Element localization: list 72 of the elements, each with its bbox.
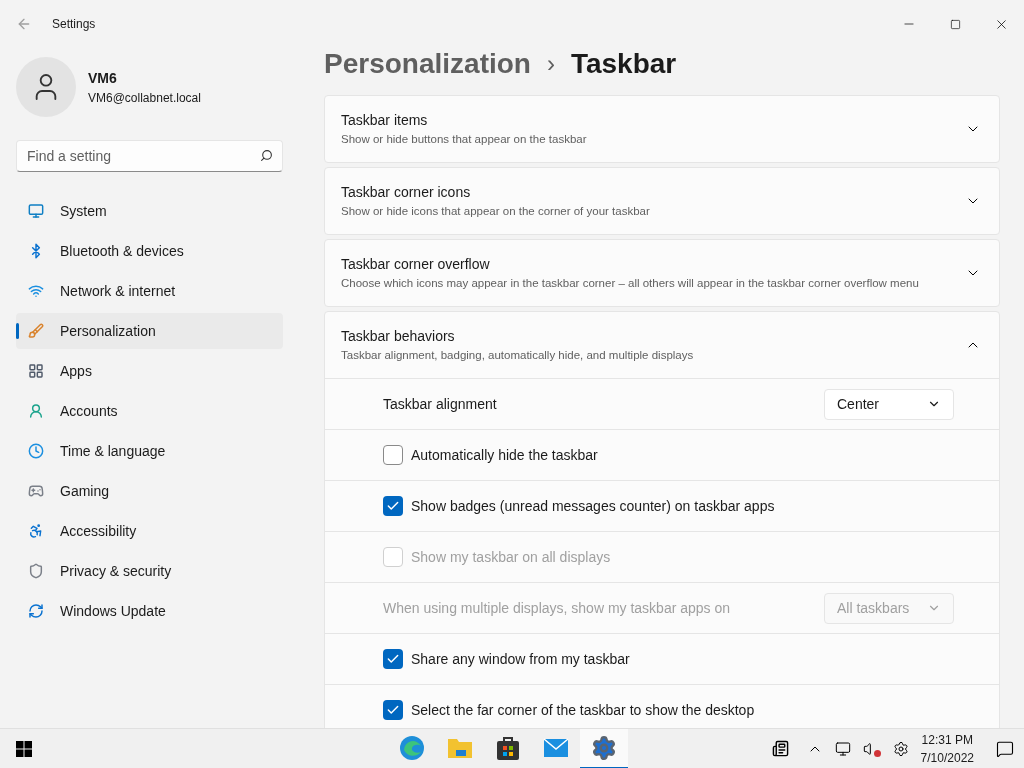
gamepad-icon xyxy=(28,483,44,499)
checkbox-label: Share any window from my taskbar xyxy=(411,649,630,669)
sidebar-item[interactable]: Time & language xyxy=(16,433,283,469)
sidebar-item[interactable]: Personalization xyxy=(16,313,283,349)
accessibility-icon xyxy=(28,523,44,539)
section-header[interactable]: Taskbar corner overflow Choose which icons may appear in the taskbar corner – all others will appear in the taskbar corner overflow menu xyxy=(325,240,999,306)
windows-logo-icon xyxy=(16,740,32,757)
window-title: Settings xyxy=(52,16,96,33)
sidebar-item[interactable]: Windows Update xyxy=(16,593,283,629)
sidebar-item[interactable]: Apps xyxy=(16,353,283,389)
section-title: Taskbar behaviors xyxy=(341,326,456,346)
clock-icon xyxy=(28,443,44,459)
widgets-icon[interactable] xyxy=(771,740,789,757)
section-description: Taskbar alignment, badging, automatically hide, and multiple displays xyxy=(341,347,695,363)
gear-icon xyxy=(591,734,617,761)
sidebar-item[interactable]: Privacy & security xyxy=(16,553,283,589)
apps-grid-icon xyxy=(28,363,44,379)
selection-indicator xyxy=(16,323,19,339)
update-icon xyxy=(28,603,44,619)
breadcrumb-separator: › xyxy=(546,48,555,79)
sidebar-item[interactable]: Bluetooth & devices xyxy=(16,233,283,269)
checkbox[interactable] xyxy=(383,496,403,516)
sidebar-item[interactable]: Network & internet xyxy=(16,273,283,309)
network-icon[interactable] xyxy=(834,740,851,757)
shield-icon xyxy=(28,563,44,579)
user-name: VM6 xyxy=(88,68,118,88)
clock[interactable]: 12:31 PM 7/10/2022 xyxy=(920,730,974,767)
dropdown[interactable]: Center xyxy=(824,388,954,420)
monitor-icon xyxy=(28,203,44,219)
person-icon xyxy=(28,403,44,419)
notifications-icon[interactable] xyxy=(996,739,1014,758)
section-title: Taskbar corner icons xyxy=(341,182,472,202)
date: 7/10/2022 xyxy=(920,749,974,767)
page-title: Taskbar xyxy=(570,46,677,81)
wifi-icon xyxy=(28,283,44,299)
mail-icon xyxy=(543,736,569,759)
checkbox-label: Select the far corner of the taskbar to show the desktop xyxy=(411,700,755,720)
search-field[interactable]: Find a setting xyxy=(16,140,283,172)
checkbox[interactable] xyxy=(383,445,403,465)
shopping-bag-icon xyxy=(496,734,520,761)
checkbox[interactable] xyxy=(383,700,403,720)
checkbox-label: Show my taskbar on all displays xyxy=(411,547,611,567)
taskbar-app[interactable] xyxy=(580,728,628,768)
checkbox-label: Show badges (unread messages counter) on taskbar apps xyxy=(411,496,775,516)
check-icon xyxy=(386,703,400,717)
sidebar-item[interactable]: Accounts xyxy=(16,393,283,429)
breadcrumb-link[interactable]: Personalization xyxy=(324,42,531,85)
checkbox-label: Automatically hide the taskbar xyxy=(411,445,598,465)
maximize-icon xyxy=(949,18,961,30)
sidebar-item[interactable]: Gaming xyxy=(16,473,283,509)
settings-icon[interactable] xyxy=(892,740,909,757)
setting-label: When using multiple displays, show my taskbar apps on xyxy=(383,598,731,618)
checkbox[interactable] xyxy=(383,649,403,669)
section-title: Taskbar corner overflow xyxy=(341,254,491,274)
muted-speaker-icon[interactable] xyxy=(862,740,881,757)
sidebar-item[interactable]: System xyxy=(16,193,283,229)
section-description: Show or hide icons that appear on the corner of your taskbar xyxy=(341,203,651,219)
section-header[interactable]: Taskbar items Show or hide buttons that appear on the taskbar xyxy=(325,96,999,162)
section-description: Choose which icons may appear in the taskbar corner – all others will appear in the taskbar corner overflow menu xyxy=(341,275,920,291)
section-title: Taskbar items xyxy=(341,110,429,130)
check-icon xyxy=(386,652,400,666)
search-icon xyxy=(260,149,273,162)
sidebar-item[interactable]: Accessibility xyxy=(16,513,283,549)
setting-label: Taskbar alignment xyxy=(383,394,497,414)
section-header[interactable]: Taskbar corner icons Show or hide icons that appear on the corner of your taskbar xyxy=(325,168,999,234)
browser-icon xyxy=(399,734,425,761)
time: 12:31 PM xyxy=(921,731,973,749)
section-header[interactable]: Taskbar behaviors Taskbar alignment, badging, automatically hide, and multiple displays xyxy=(325,312,999,378)
check-icon xyxy=(386,499,400,513)
brush-icon xyxy=(28,323,44,339)
user-email: VM6@collabnet.local xyxy=(88,89,201,107)
section-description: Show or hide buttons that appear on the taskbar xyxy=(341,131,588,147)
